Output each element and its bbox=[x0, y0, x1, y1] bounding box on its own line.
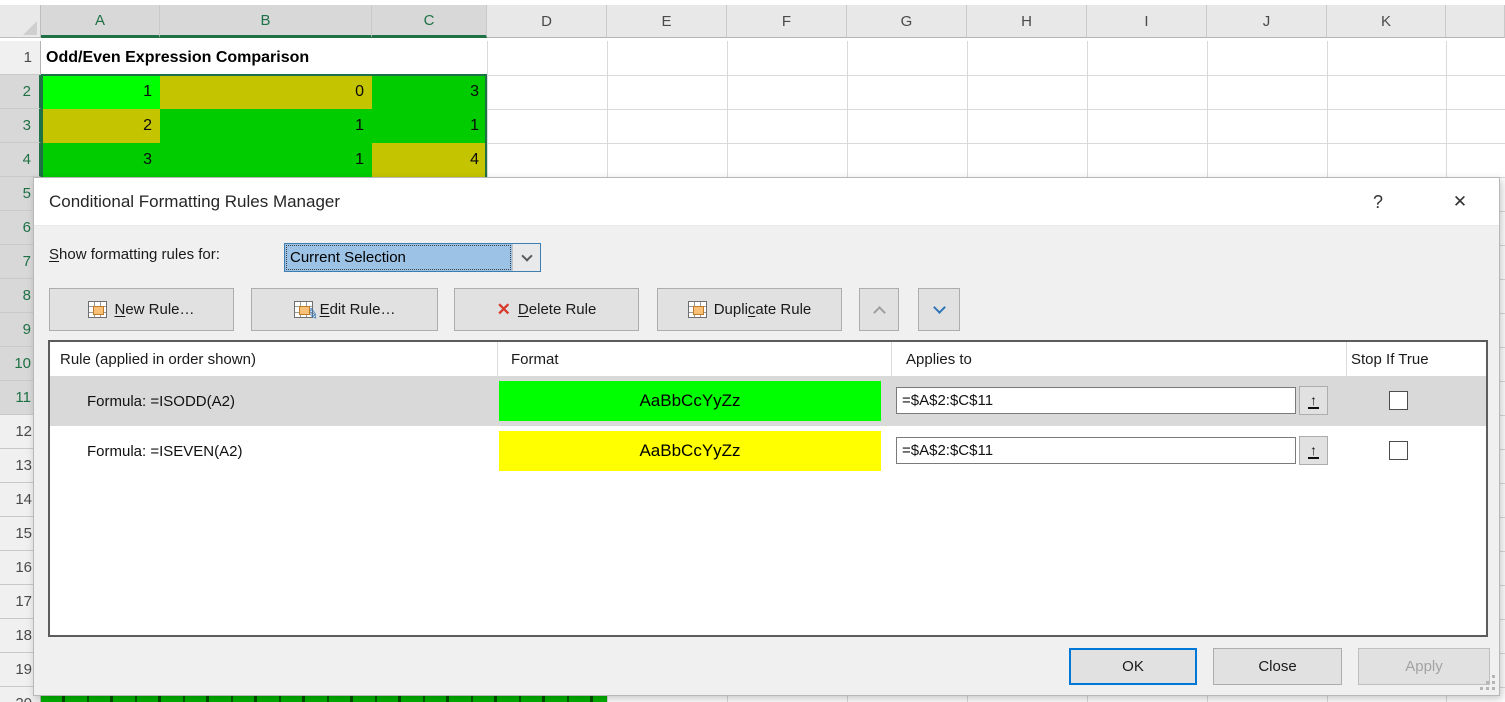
help-icon[interactable]: ? bbox=[1361, 178, 1395, 226]
column-header-k[interactable]: K bbox=[1327, 5, 1446, 38]
header-separator bbox=[497, 342, 498, 376]
edit-rule-label: Edit Rule… bbox=[320, 301, 396, 318]
header-separator bbox=[891, 342, 892, 376]
close-icon[interactable]: ✕ bbox=[1443, 178, 1477, 226]
select-all-corner[interactable] bbox=[0, 5, 41, 38]
duplicate-rule-button[interactable]: Duplicate Rule bbox=[657, 288, 842, 331]
table-pencil-icon: ✎ bbox=[294, 301, 313, 318]
column-header-j[interactable]: J bbox=[1207, 5, 1327, 38]
new-rule-button[interactable]: New Rule… bbox=[49, 288, 234, 331]
cell-a2[interactable]: 1 bbox=[41, 75, 160, 109]
header-separator bbox=[1346, 342, 1347, 376]
rule-row-isodd[interactable]: Formula: =ISODD(A2) AaBbCcYyZz ↑ bbox=[50, 376, 1486, 426]
format-preview-swatch: AaBbCcYyZz bbox=[499, 431, 881, 471]
show-rules-label: Show formatting rules for: bbox=[49, 246, 220, 263]
rules-list: Rule (applied in order shown) Format App… bbox=[48, 340, 1488, 637]
chevron-up-icon bbox=[873, 306, 886, 319]
selection-border-right bbox=[485, 74, 487, 177]
close-button[interactable]: Close bbox=[1213, 648, 1342, 685]
cell-b3[interactable]: 1 bbox=[160, 109, 372, 143]
edit-rule-button[interactable]: ✎ Edit Rule… bbox=[251, 288, 438, 331]
cell-c4[interactable]: 4 bbox=[372, 143, 487, 177]
apply-button[interactable]: Apply bbox=[1358, 648, 1490, 685]
row-header-1[interactable]: 1 bbox=[0, 41, 41, 75]
row-header-4[interactable]: 4 bbox=[0, 143, 41, 177]
ok-button[interactable]: OK bbox=[1069, 648, 1197, 685]
rule-description: Formula: =ISEVEN(A2) bbox=[87, 426, 242, 476]
column-header-i[interactable]: I bbox=[1087, 5, 1207, 38]
range-picker-icon: ↑ bbox=[1308, 443, 1319, 459]
red-x-icon: ✕ bbox=[497, 300, 511, 320]
column-header-f[interactable]: F bbox=[727, 5, 847, 38]
conditional-formatting-rules-manager-dialog: Conditional Formatting Rules Manager ? ✕… bbox=[33, 177, 1500, 696]
column-header-e[interactable]: E bbox=[607, 5, 727, 38]
delete-rule-button[interactable]: ✕ Delete Rule bbox=[454, 288, 639, 331]
column-header-stop-if-true: Stop If True bbox=[1351, 342, 1429, 376]
row-header-3[interactable]: 3 bbox=[0, 109, 41, 143]
resize-grip[interactable] bbox=[1480, 675, 1496, 691]
collapse-dialog-button[interactable]: ↑ bbox=[1299, 436, 1328, 465]
applies-to-input[interactable] bbox=[896, 437, 1296, 464]
cell-a3[interactable]: 2 bbox=[41, 109, 160, 143]
delete-rule-label: Delete Rule bbox=[518, 301, 596, 318]
column-header-b[interactable]: B bbox=[160, 5, 372, 38]
column-header-format: Format bbox=[511, 342, 559, 376]
chevron-down-icon bbox=[933, 301, 946, 314]
dropdown-arrow-button[interactable] bbox=[512, 244, 540, 271]
table-icon bbox=[688, 301, 707, 318]
column-header-partial[interactable] bbox=[1446, 5, 1505, 38]
stop-if-true-checkbox[interactable] bbox=[1389, 391, 1408, 410]
move-rule-up-button[interactable] bbox=[859, 288, 899, 331]
selection-border-left bbox=[41, 74, 43, 177]
range-picker-icon: ↑ bbox=[1308, 393, 1319, 409]
cell-c3[interactable]: 1 bbox=[372, 109, 487, 143]
move-rule-down-button[interactable] bbox=[918, 288, 960, 331]
collapse-dialog-button[interactable]: ↑ bbox=[1299, 386, 1328, 415]
rule-description: Formula: =ISODD(A2) bbox=[87, 376, 235, 426]
column-header-a[interactable]: A bbox=[41, 5, 160, 38]
show-rules-dropdown-value[interactable]: Current Selection bbox=[285, 244, 512, 271]
chevron-down-icon bbox=[521, 250, 532, 261]
show-rules-dropdown[interactable]: Current Selection bbox=[284, 243, 541, 272]
column-header-rule: Rule (applied in order shown) bbox=[60, 342, 256, 376]
column-header-c[interactable]: C bbox=[372, 5, 487, 38]
cell-a4[interactable]: 3 bbox=[41, 143, 160, 177]
cell-a1-title[interactable]: Odd/Even Expression Comparison bbox=[41, 41, 487, 75]
column-header-h[interactable]: H bbox=[967, 5, 1087, 38]
duplicate-rule-label: Duplicate Rule bbox=[714, 301, 812, 318]
applies-to-input[interactable] bbox=[896, 387, 1296, 414]
format-preview-swatch: AaBbCcYyZz bbox=[499, 381, 881, 421]
dialog-title: Conditional Formatting Rules Manager bbox=[49, 178, 340, 226]
column-header-applies-to: Applies to bbox=[906, 342, 972, 376]
table-icon bbox=[88, 301, 107, 318]
column-header-g[interactable]: G bbox=[847, 5, 967, 38]
cell-c2[interactable]: 3 bbox=[372, 75, 487, 109]
selection-border-top bbox=[41, 74, 487, 76]
row-header-2[interactable]: 2 bbox=[0, 75, 41, 109]
dialog-titlebar[interactable]: Conditional Formatting Rules Manager ? ✕ bbox=[34, 178, 1499, 226]
column-header-d[interactable]: D bbox=[487, 5, 607, 38]
cell-b2[interactable]: 0 bbox=[160, 75, 372, 109]
cell-b4[interactable]: 1 bbox=[160, 143, 372, 177]
rule-row-iseven[interactable]: Formula: =ISEVEN(A2) AaBbCcYyZz ↑ bbox=[50, 426, 1486, 476]
new-rule-label: New Rule… bbox=[114, 301, 194, 318]
stop-if-true-checkbox[interactable] bbox=[1389, 441, 1408, 460]
